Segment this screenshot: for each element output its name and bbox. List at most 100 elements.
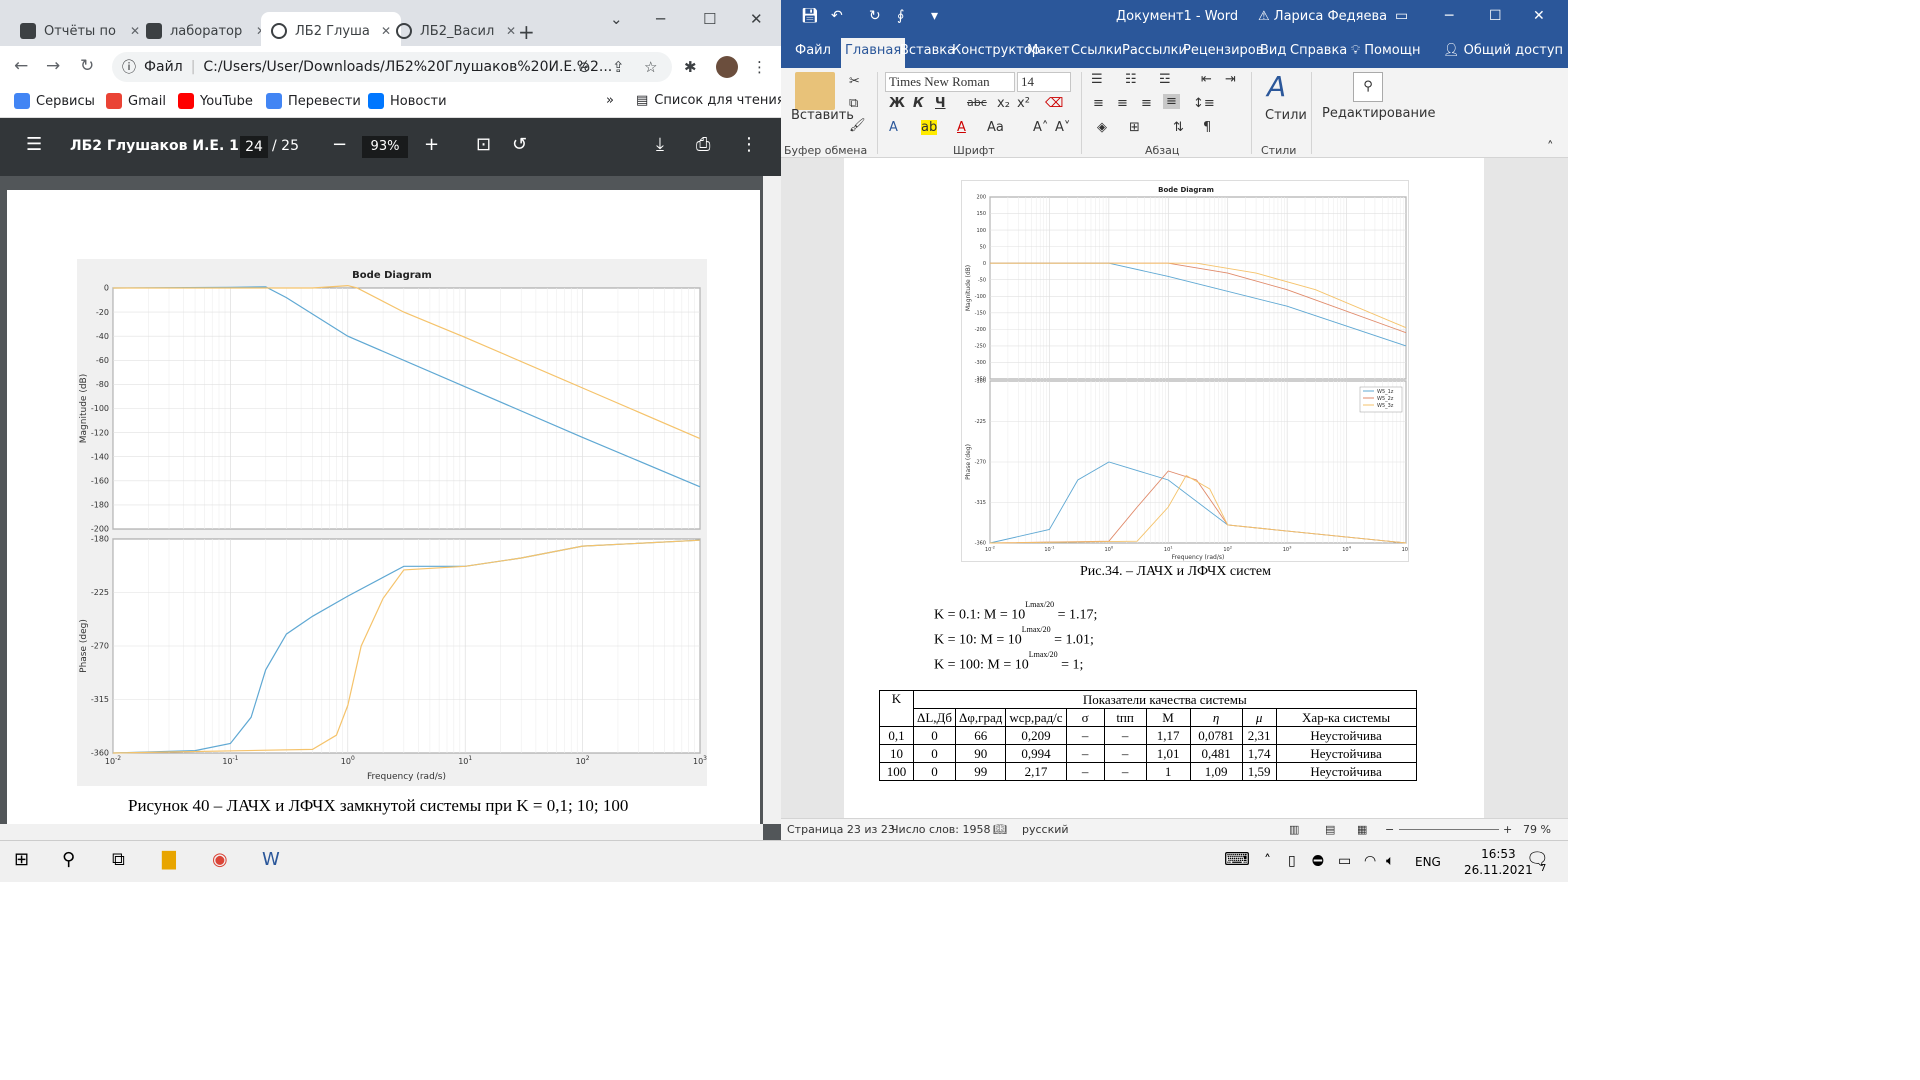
font-size-select[interactable]: 14 <box>1017 72 1071 92</box>
clipboard-icon[interactable] <box>795 72 835 110</box>
minimize-button[interactable]: ─ <box>656 10 665 28</box>
shading-icon[interactable]: ◈ <box>1097 120 1107 135</box>
grow-font-icon[interactable]: A˄ <box>1033 120 1048 135</box>
customize-icon[interactable]: ▾ <box>931 8 938 24</box>
tab-insert[interactable]: Вставка <box>900 43 955 58</box>
bullets-icon[interactable]: ☰ <box>1091 72 1103 87</box>
zoom-in-icon[interactable]: + <box>424 134 439 155</box>
bode-chart-word[interactable]: Bode Diagram 200 150 100 50 0 -50 -100 -150 -200 -… <box>961 180 1409 562</box>
zoom-out-icon[interactable]: − <box>332 134 347 155</box>
device-icon[interactable]: ▯ <box>1288 853 1296 869</box>
decrease-indent-icon[interactable]: ⇤ <box>1201 72 1212 87</box>
borders-icon[interactable]: ⊞ <box>1129 120 1140 135</box>
word-count[interactable]: Число слов: 1958 <box>891 823 990 836</box>
download-icon[interactable]: ⤓ <box>656 134 664 155</box>
star-icon[interactable]: ☆ <box>644 58 657 76</box>
language[interactable]: русский <box>1022 823 1069 836</box>
file-explorer-icon[interactable]: ▇ <box>162 849 176 870</box>
sort-icon[interactable]: ⇅ <box>1173 120 1184 135</box>
proofing-icon[interactable]: 📖︎ <box>993 823 1007 836</box>
share-button[interactable]: 👤︎ Общий доступ <box>1443 43 1563 58</box>
subscript-icon[interactable]: x₂ <box>997 96 1010 111</box>
collapse-ribbon-icon[interactable]: ˄ <box>1547 140 1554 155</box>
tab-view[interactable]: Вид <box>1260 43 1286 58</box>
clock[interactable]: 16:53 26.11.2021 <box>1464 846 1533 878</box>
document-page[interactable]: Bode Diagram 200 150 100 50 0 -50 -100 -150 -200-… <box>844 158 1484 818</box>
avatar[interactable] <box>716 56 738 78</box>
extensions-icon[interactable]: ✱ <box>684 58 697 76</box>
superscript-icon[interactable]: x² <box>1017 96 1030 111</box>
bookmark-youtube[interactable]: YouTube <box>178 93 253 109</box>
notification-count[interactable]: 7 <box>1540 863 1546 874</box>
touch-keyboard-icon[interactable]: ⌨ <box>1224 849 1250 870</box>
tab-search-icon[interactable]: ⌄ <box>610 10 623 28</box>
chrome-icon[interactable]: ◉ <box>212 849 228 870</box>
font-name-select[interactable]: Times New Roman <box>885 72 1015 92</box>
tab-home[interactable]: Главная <box>841 38 906 68</box>
print-icon[interactable]: ⎙ <box>696 134 710 155</box>
zoom-level[interactable]: 79 % <box>1523 823 1551 836</box>
tab-1[interactable]: Отчёты по ✕ <box>10 12 150 50</box>
close-window-button[interactable]: ✕ <box>1533 8 1545 24</box>
redo-icon[interactable]: ↻ <box>869 8 881 24</box>
close-window-button[interactable]: ✕ <box>750 10 763 28</box>
tray-chevron-icon[interactable]: ˄ <box>1264 853 1271 869</box>
tab-layout[interactable]: Макет <box>1027 43 1070 58</box>
maximize-button[interactable]: ☐ <box>703 10 716 28</box>
clear-formatting-icon[interactable]: ⌫ <box>1045 96 1063 111</box>
more-bookmarks-button[interactable]: » <box>606 93 614 108</box>
line-spacing-icon[interactable]: ↕≡ <box>1193 96 1215 111</box>
vertical-scrollbar[interactable] <box>763 176 781 824</box>
tab-file[interactable]: Файл <box>795 43 831 58</box>
battery-icon[interactable]: ▭ <box>1338 853 1351 869</box>
justify-icon[interactable]: ≡ <box>1163 94 1180 109</box>
shrink-font-icon[interactable]: A˅ <box>1055 120 1070 135</box>
styles-icon[interactable]: A <box>1267 70 1286 103</box>
save-icon[interactable]: 💾︎ <box>801 8 819 24</box>
search-icon[interactable]: ⚲ <box>62 849 75 870</box>
wifi-icon[interactable]: ◠ <box>1364 853 1376 869</box>
underline-button[interactable]: Ч <box>935 96 946 111</box>
pilcrow-icon[interactable]: ¶ <box>1203 120 1211 135</box>
network-icon[interactable]: ⛔︎ <box>1312 853 1324 869</box>
bookmark-gmail[interactable]: Gmail <box>106 93 166 109</box>
close-icon[interactable]: ✕ <box>506 24 516 38</box>
tab-review[interactable]: Рецензиров <box>1183 43 1263 58</box>
page-number-input[interactable]: 24 <box>240 136 268 158</box>
paste-button[interactable]: Вставить <box>791 108 854 123</box>
cut-icon[interactable]: ✂ <box>849 74 860 89</box>
zoom-icon[interactable]: ⊖ <box>578 58 591 76</box>
strikethrough-icon[interactable]: abc <box>967 96 987 109</box>
print-layout-icon[interactable]: ▤ <box>1325 823 1335 836</box>
vertical-scrollbar[interactable] <box>1484 158 1501 818</box>
tab-4[interactable]: ЛБ2_Васил ✕ <box>386 12 526 50</box>
align-left-icon[interactable]: ≡ <box>1093 96 1104 111</box>
info-icon[interactable]: ⓘ <box>122 57 136 77</box>
menu-icon[interactable]: ⋮ <box>752 58 767 76</box>
share-icon[interactable]: ⇪ <box>612 58 625 76</box>
bold-button[interactable]: Ж <box>889 96 905 111</box>
bookmark-news[interactable]: Новости <box>368 93 447 109</box>
back-button[interactable]: ← <box>14 56 28 76</box>
highlight-icon[interactable]: ab <box>921 120 938 135</box>
reload-button[interactable]: ↻ <box>80 56 94 76</box>
read-mode-icon[interactable]: ▥ <box>1289 823 1299 836</box>
styles-button[interactable]: Стили <box>1265 108 1307 123</box>
input-language[interactable]: ENG <box>1415 855 1441 869</box>
rotate-icon[interactable]: ↺ <box>512 134 527 155</box>
numbering-icon[interactable]: ☷ <box>1125 72 1137 87</box>
tab-3-active[interactable]: ЛБ2 Глуша ✕ <box>261 12 402 50</box>
align-right-icon[interactable]: ≡ <box>1141 96 1152 111</box>
ribbon-display-icon[interactable]: ▭ <box>1395 8 1408 24</box>
user-account[interactable]: ⚠ Лариса Федяева <box>1258 9 1387 24</box>
align-center-icon[interactable]: ≡ <box>1117 96 1128 111</box>
maximize-button[interactable]: ☐ <box>1489 8 1502 24</box>
reading-list-button[interactable]: ▤ Список для чтения <box>636 93 785 108</box>
web-layout-icon[interactable]: ▦ <box>1357 823 1367 836</box>
hamburger-menu-icon[interactable]: ☰ <box>26 134 42 155</box>
zoom-input[interactable]: 93% <box>362 136 408 158</box>
fit-page-icon[interactable]: ⊡ <box>476 134 491 155</box>
tab-references[interactable]: Ссылки <box>1071 43 1122 58</box>
format-painter-icon[interactable]: 🖌︎ <box>849 118 866 133</box>
more-icon[interactable]: ⋮ <box>740 134 758 155</box>
